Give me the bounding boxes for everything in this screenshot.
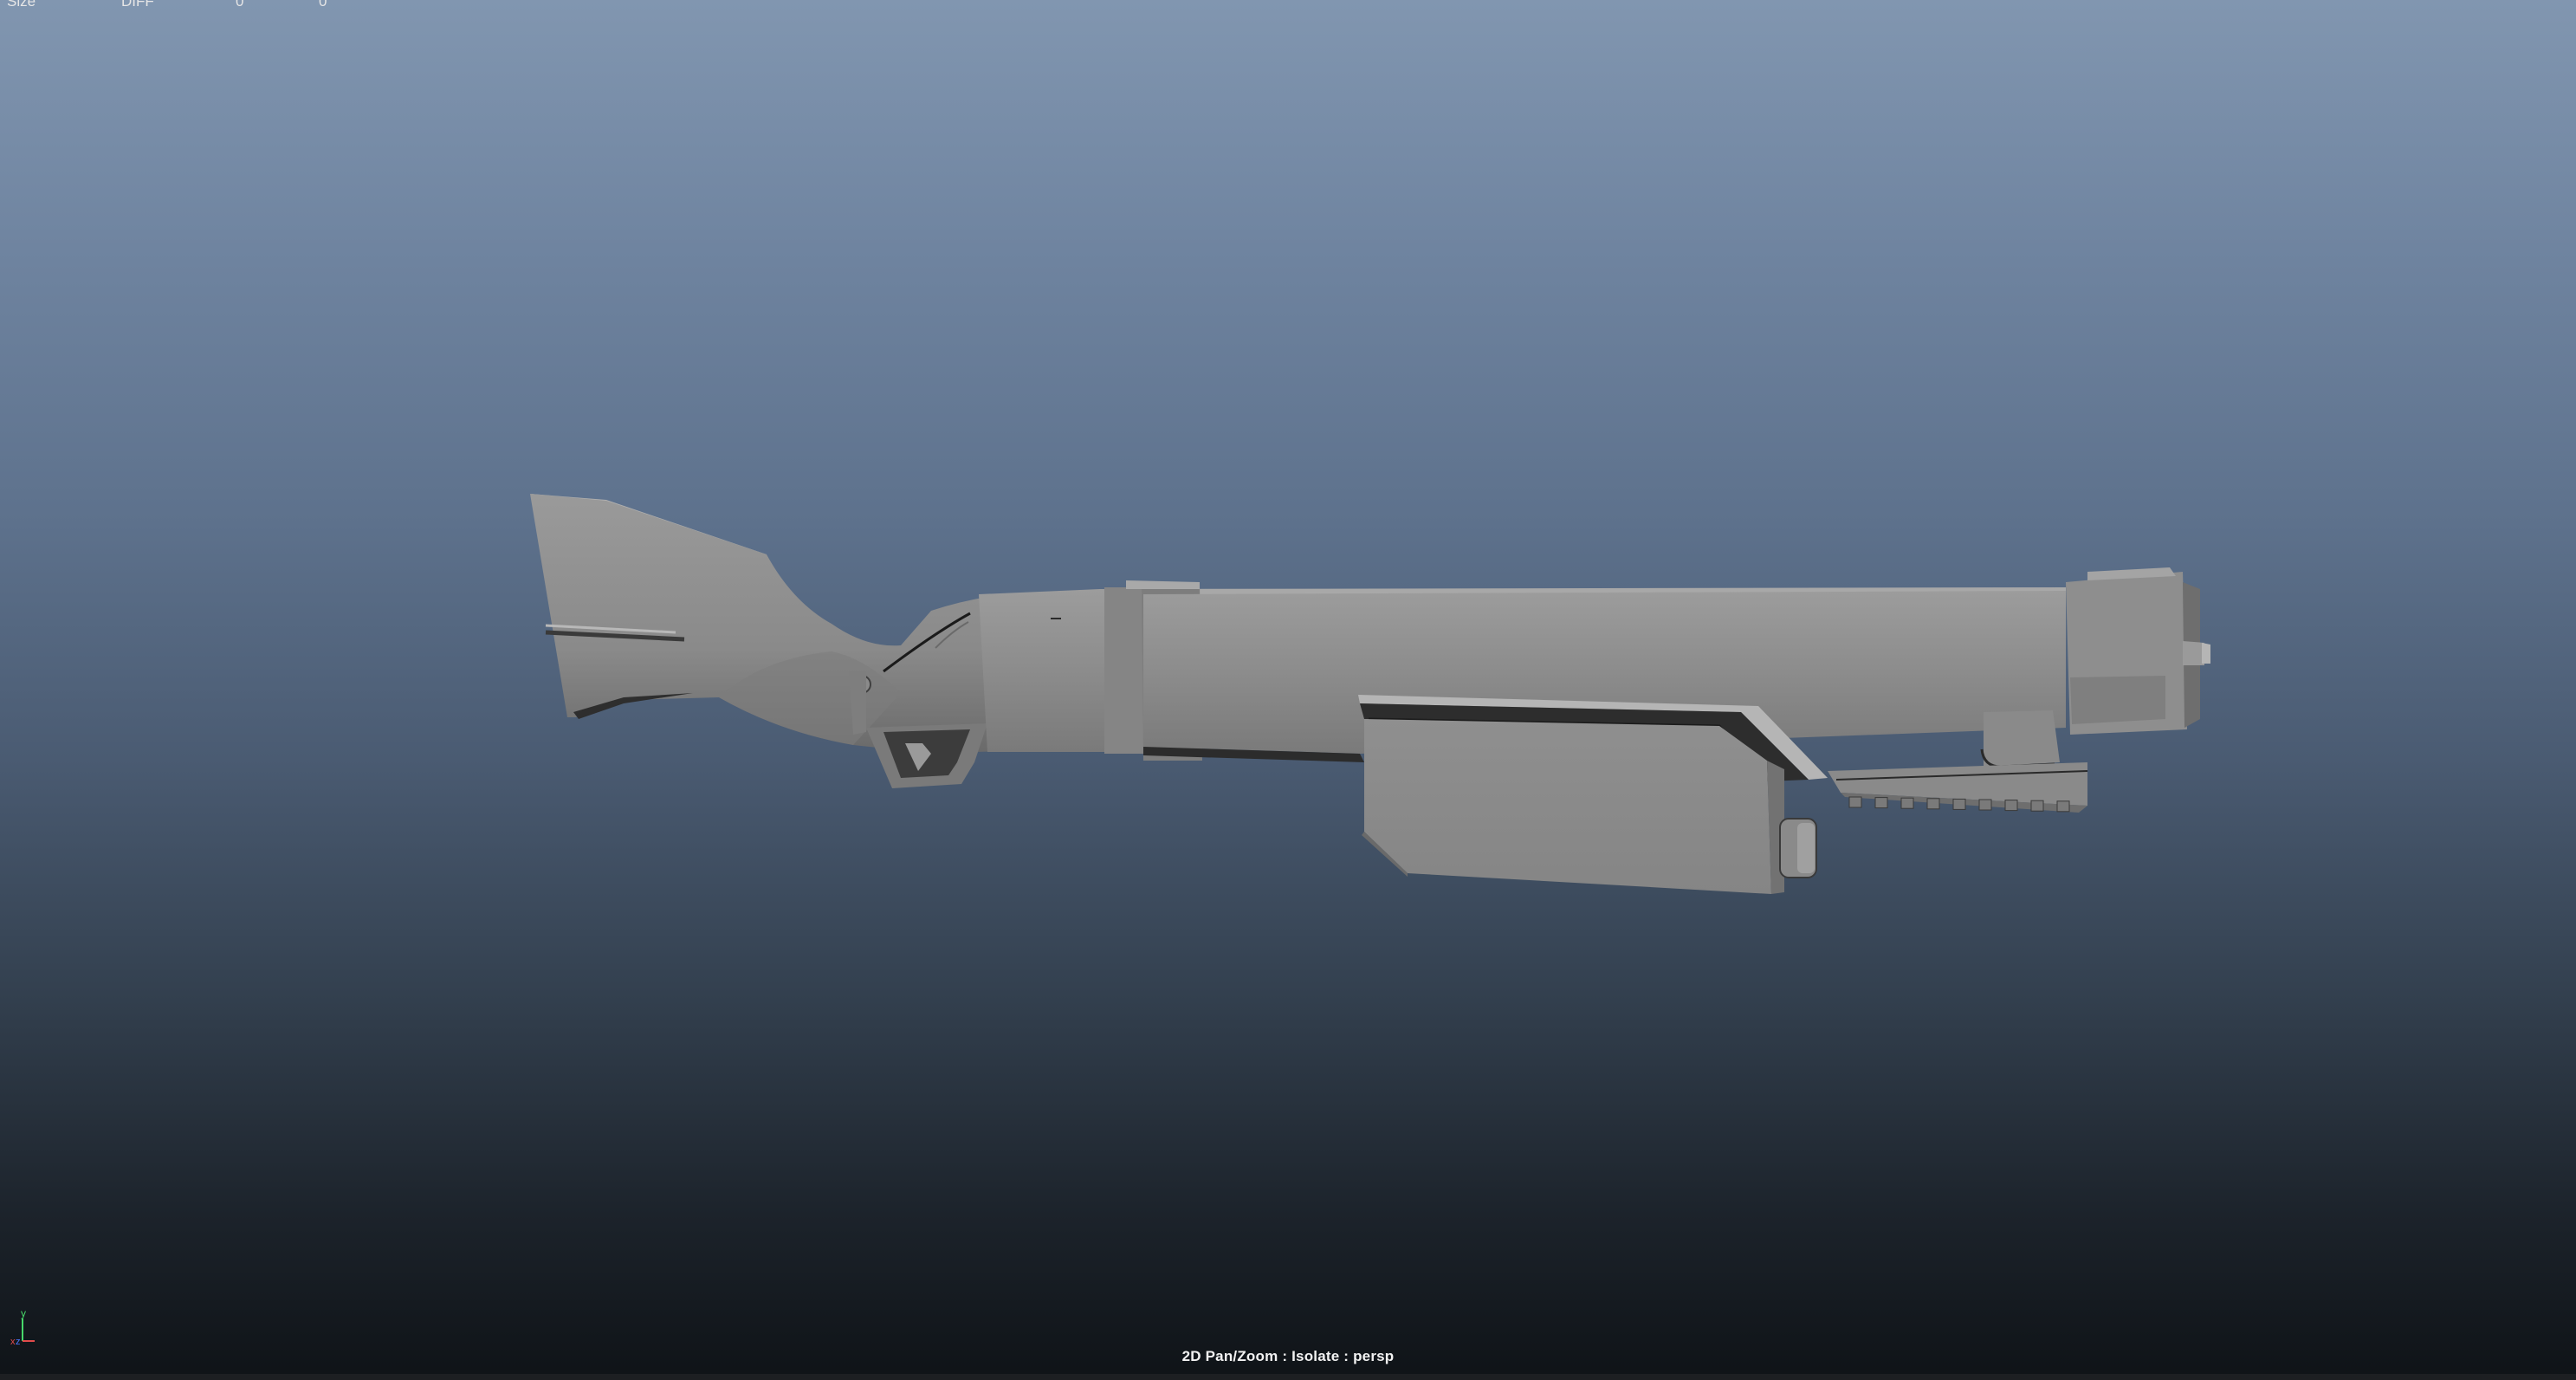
rail-tooth bbox=[1926, 798, 1940, 810]
shotgun-model[interactable] bbox=[0, 0, 2576, 1380]
rail-tooth bbox=[2056, 800, 2070, 813]
rail-tooth bbox=[1900, 797, 1914, 809]
rail-tooth bbox=[2004, 800, 2018, 812]
rail-tooth bbox=[2030, 800, 2044, 812]
rail-tooth bbox=[1848, 796, 1862, 808]
rail-tooth bbox=[1952, 798, 1966, 810]
rail-tooth bbox=[1874, 797, 1888, 809]
viewport-hud-label: 2D Pan/Zoom : Isolate : persp bbox=[1181, 1348, 1395, 1364]
rail-tooth bbox=[1978, 799, 1992, 811]
axis-z-label: z bbox=[16, 1337, 21, 1347]
axis-y-label: y bbox=[21, 1307, 26, 1319]
viewport-panel[interactable]: Size DIFF 0 0 2D Pan/Zoom: Isolate: pe… bbox=[0, 0, 2576, 1380]
axis-gizmo-icon: y x z bbox=[10, 1307, 35, 1347]
viewport-bottom-border bbox=[0, 1374, 2576, 1380]
